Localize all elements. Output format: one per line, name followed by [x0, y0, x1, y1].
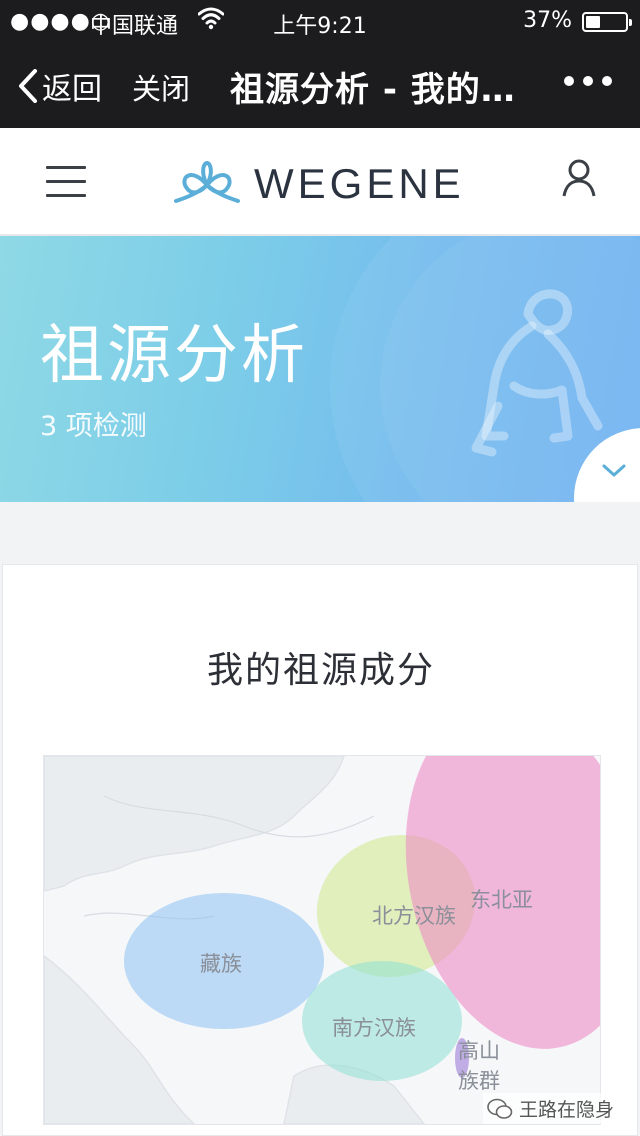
hamburger-menu-icon[interactable] — [46, 166, 86, 208]
region-label-south-han: 南方汉族 — [332, 1016, 416, 1040]
battery-icon — [582, 12, 632, 32]
back-button[interactable]: 返回 — [18, 64, 102, 108]
wegene-logo-icon — [174, 161, 240, 203]
region-label-gaoshan: 高山 族群 — [458, 1039, 500, 1093]
region-label-northeast-asia: 东北亚 — [470, 888, 533, 912]
more-dot-icon — [564, 76, 574, 86]
ancestry-composition-card: 我的祖源成分 藏族 北方汉族 东北亚 南方汉族 高山 族群 — [2, 564, 638, 1136]
chevron-left-icon — [19, 69, 37, 103]
watermark-text: 王路在隐身 — [518, 1099, 614, 1121]
back-label: 返回 — [42, 72, 102, 107]
card-title: 我的祖源成分 — [206, 650, 435, 691]
status-bar: ●●●●○ 中国联通 上午9:21 37% — [0, 0, 640, 42]
region-label-north-han: 北方汉族 — [372, 904, 456, 928]
hero-subtitle: 3 项检测 — [40, 411, 147, 442]
hero-banner: 祖源分析 3 项检测 — [0, 236, 640, 502]
region-label-tibetan: 藏族 — [200, 952, 242, 976]
more-options-button[interactable] — [564, 76, 612, 86]
map-graphic — [44, 756, 600, 1124]
logo-text: WEGENE — [254, 160, 465, 207]
site-header: WEGENE — [0, 128, 640, 236]
battery-percent: 37% — [523, 8, 572, 33]
user-icon[interactable] — [562, 158, 596, 202]
ancestry-map[interactable]: 藏族 北方汉族 东北亚 南方汉族 高山 族群 — [43, 755, 601, 1125]
chevron-down-icon — [602, 464, 626, 477]
nav-bar: 返回 关闭 祖源分析 - 我的… — [0, 42, 640, 128]
more-dot-icon — [602, 76, 612, 86]
more-dot-icon — [583, 76, 593, 86]
wegene-logo[interactable]: WEGENE — [170, 160, 465, 208]
close-button[interactable]: 关闭 — [132, 66, 190, 108]
hero-title: 祖源分析 — [40, 319, 308, 393]
wechat-icon — [487, 1098, 513, 1119]
watermark: 王路在隐身 — [482, 1093, 618, 1124]
page-title: 祖源分析 - 我的… — [230, 70, 516, 110]
